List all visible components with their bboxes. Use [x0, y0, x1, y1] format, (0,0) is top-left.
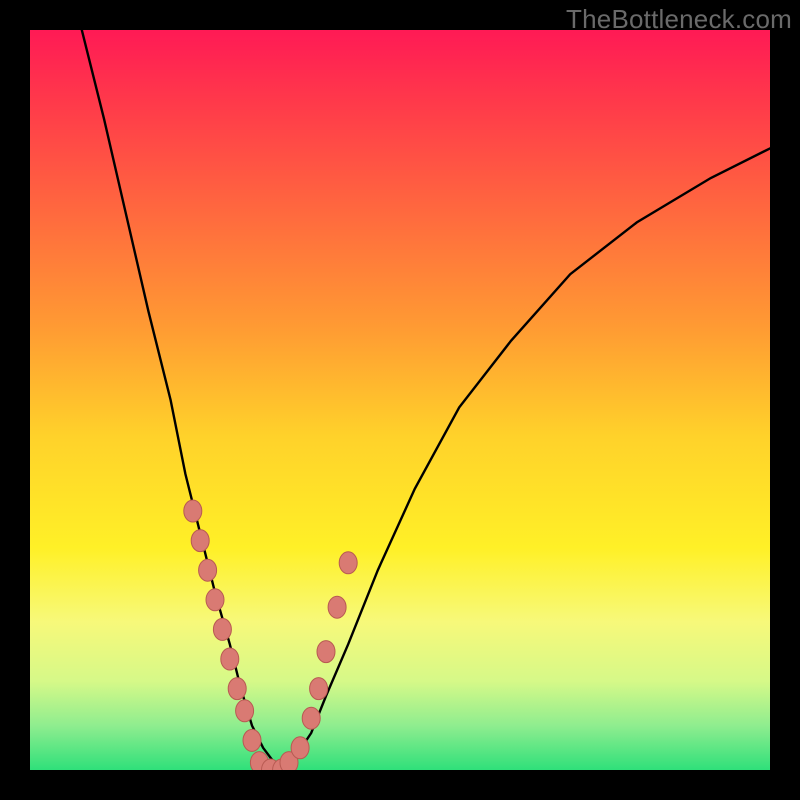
marker-point	[206, 589, 224, 611]
marker-point	[228, 678, 246, 700]
marker-point	[317, 641, 335, 663]
marker-point	[328, 596, 346, 618]
marker-point	[221, 648, 239, 670]
marker-point	[243, 729, 261, 751]
marker-point	[213, 618, 231, 640]
watermark-text: TheBottleneck.com	[566, 4, 792, 35]
marker-point	[310, 678, 328, 700]
marker-point	[291, 737, 309, 759]
chart-plot-area	[30, 30, 770, 770]
chart-svg	[30, 30, 770, 770]
marker-point	[191, 530, 209, 552]
marker-point	[184, 500, 202, 522]
marker-group	[184, 500, 357, 770]
bottleneck-curve	[82, 30, 770, 770]
marker-point	[236, 700, 254, 722]
chart-frame: TheBottleneck.com	[0, 0, 800, 800]
marker-point	[199, 559, 217, 581]
marker-point	[339, 552, 357, 574]
marker-point	[302, 707, 320, 729]
